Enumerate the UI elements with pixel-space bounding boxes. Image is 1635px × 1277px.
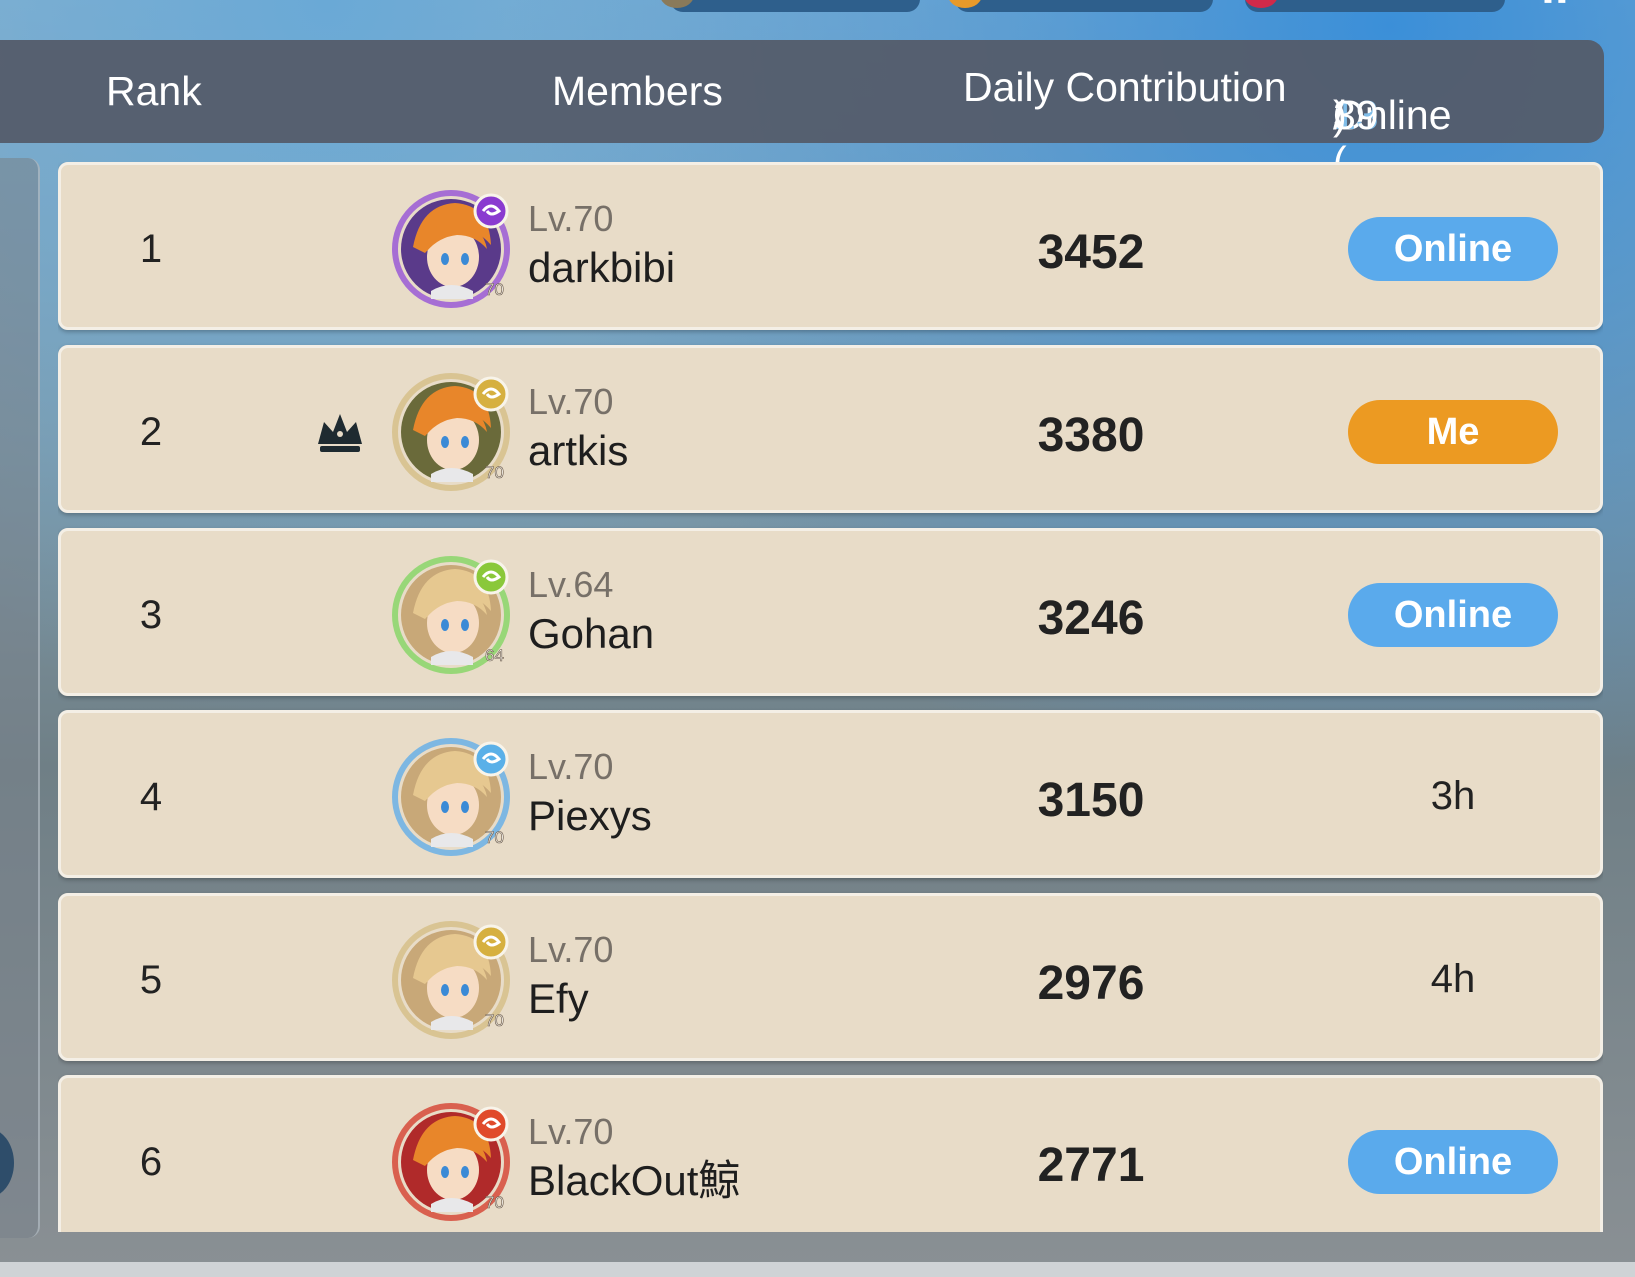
member-level: Lv.70 [528, 198, 614, 239]
last-online-time: 4h [1430, 957, 1476, 1001]
avatar[interactable]: 70 [391, 370, 513, 492]
member-rank: 3 [139, 593, 163, 637]
plus-icon[interactable]: ✓ [1157, 0, 1171, 4]
member-list-header: Rank Members Daily Contribution Online (… [0, 40, 1604, 184]
avatar-level-badge: 70 [485, 1193, 504, 1212]
online-status-badge: Online [1348, 1130, 1558, 1194]
currency-pill-3[interactable] [1245, 0, 1505, 12]
daily-contribution-value: 3452 [1037, 226, 1145, 279]
daily-contribution-value: 3150 [1037, 774, 1145, 827]
member-rank: 2 [139, 410, 163, 454]
member-name[interactable]: Efy [528, 976, 589, 1022]
member-rank: 6 [139, 1140, 163, 1184]
currency-bar: ✓ ✓ ✓ ▪▪ [0, 0, 1635, 40]
member-row[interactable]: 5 70 Lv.70 Efy 2976 4h [58, 893, 1603, 1061]
member-rank: 1 [139, 227, 163, 271]
member-list[interactable]: 1 70 Lv.70 darkbibi 3452 Online 2 70 Lv.70 artkis… [58, 162, 1603, 1232]
member-name[interactable]: darkbibi [528, 245, 675, 291]
me-status-badge: Me [1348, 400, 1558, 464]
daily-contribution-value: 2976 [1037, 957, 1145, 1010]
avatar[interactable]: 70 [391, 918, 513, 1040]
member-level: Lv.70 [528, 381, 614, 422]
member-level: Lv.70 [528, 1111, 614, 1152]
daily-contribution-value: 3380 [1037, 409, 1145, 462]
daily-contribution-value: 3246 [1037, 592, 1145, 645]
member-level: Lv.70 [528, 746, 614, 787]
member-row[interactable]: 4 70 Lv.70 Piexys 3150 3h [58, 710, 1603, 878]
avatar-level-badge: 70 [485, 463, 504, 482]
avatar-level-badge: 70 [485, 1011, 504, 1030]
member-row[interactable]: 3 64 Lv.64 Gohan 3246 Online [58, 528, 1603, 696]
header-members[interactable]: Members [552, 68, 723, 114]
member-row[interactable]: 1 70 Lv.70 darkbibi 3452 Online [58, 162, 1603, 330]
avatar[interactable]: 70 [391, 187, 513, 309]
avatar[interactable]: 70 [391, 735, 513, 857]
online-status-badge: Online [1348, 583, 1558, 647]
member-name[interactable]: Piexys [528, 793, 652, 839]
member-level: Lv.70 [528, 929, 614, 970]
plus-icon[interactable]: ✓ [866, 0, 880, 4]
plus-icon[interactable]: ✓ [1448, 0, 1462, 4]
avatar[interactable]: 64 [391, 553, 513, 675]
currency-pill-1[interactable] [670, 0, 920, 12]
header-rank[interactable]: Rank [106, 68, 202, 114]
member-row[interactable]: 2 70 Lv.70 artkis 3380 Me [58, 345, 1603, 513]
member-level: Lv.64 [528, 564, 614, 605]
online-status-badge: Online [1348, 217, 1558, 281]
last-online-time: 3h [1430, 774, 1476, 818]
header-daily-contribution[interactable]: Daily Contribution [963, 64, 1287, 110]
member-name[interactable]: BlackOut鯨 [528, 1158, 740, 1204]
bottom-strip [0, 1262, 1635, 1277]
member-rank: 4 [139, 775, 163, 819]
member-name[interactable]: Gohan [528, 611, 654, 657]
online-suffix: ) [1333, 92, 1347, 138]
member-row[interactable]: 6 70 Lv.70 BlackOut鯨 2771 Online [58, 1075, 1603, 1232]
member-rank: 5 [139, 958, 163, 1002]
avatar-level-badge: 70 [485, 828, 504, 847]
crown-icon [314, 410, 366, 454]
avatar-level-badge: 70 [485, 280, 504, 299]
menu-icon[interactable]: ▪▪ [1543, 0, 1597, 13]
side-panel-edge [0, 158, 40, 1238]
member-name[interactable]: artkis [528, 428, 628, 474]
daily-contribution-value: 2771 [1037, 1139, 1145, 1192]
avatar-level-badge: 64 [485, 646, 504, 665]
currency-pill-2[interactable] [955, 0, 1213, 12]
avatar[interactable]: 70 [391, 1100, 513, 1222]
